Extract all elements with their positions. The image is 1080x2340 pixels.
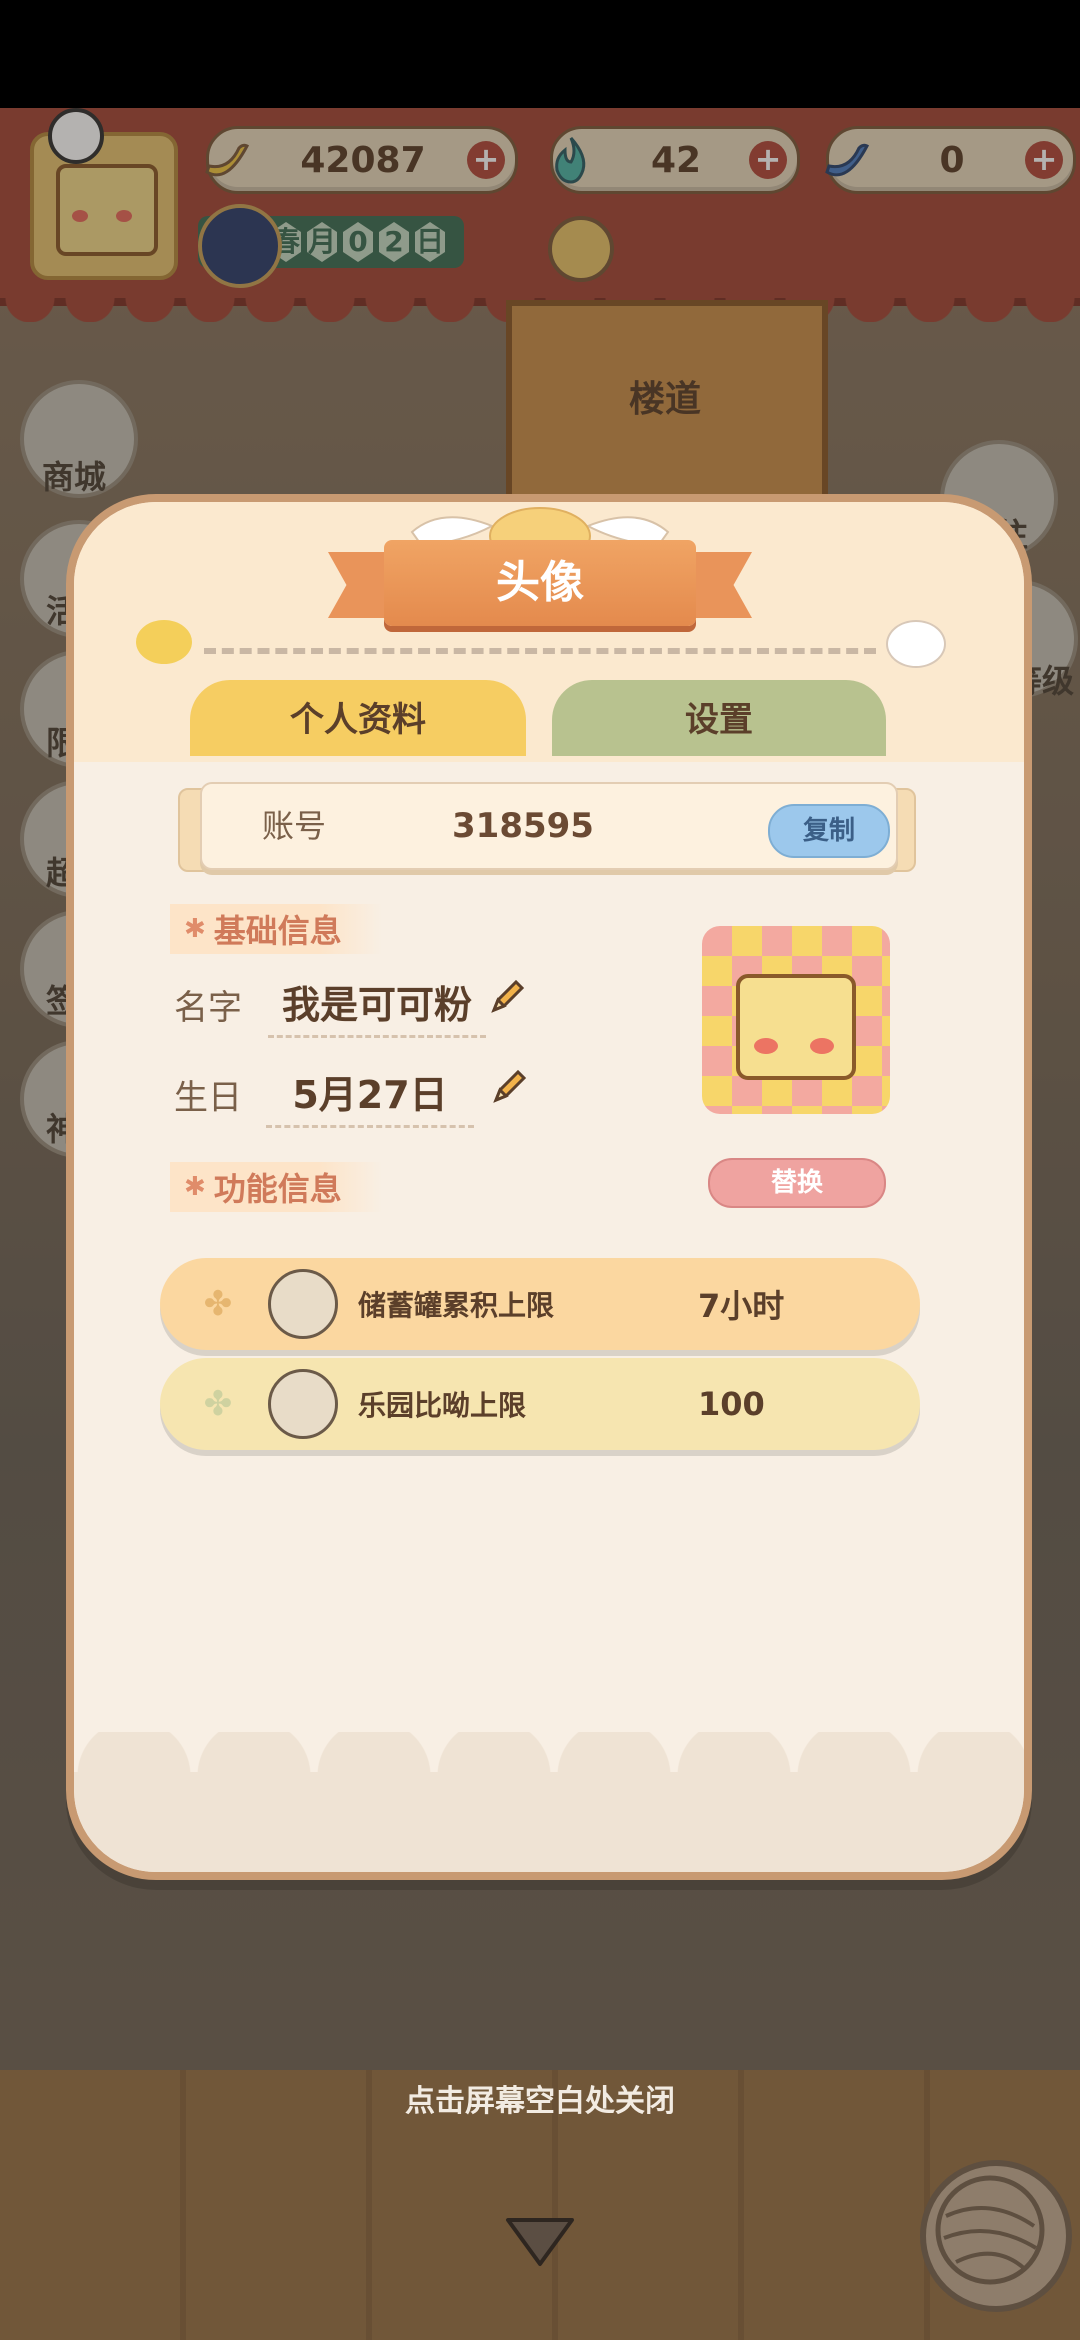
chevron-down-icon[interactable] <box>502 2212 578 2272</box>
account-id: 318595 <box>452 806 594 846</box>
feature-value: 100 <box>698 1385 765 1423</box>
feature-row: ✤ 乐园比呦上限 100 <box>160 1358 920 1450</box>
replace-avatar-button[interactable]: 替换 <box>708 1158 886 1208</box>
clover-icon: ✤ <box>203 1384 233 1424</box>
divider <box>204 648 876 654</box>
basic-info-title: 基础信息 <box>213 912 342 950</box>
close-hint: 点击屏幕空白处关闭 <box>405 2084 675 2119</box>
feature-name: 储蓄罐累积上限 <box>358 1289 555 1322</box>
cat-face-icon <box>736 974 856 1080</box>
feature-name: 乐园比呦上限 <box>358 1389 527 1422</box>
chick-icon <box>136 620 192 664</box>
tab-profile[interactable]: 个人资料 <box>190 680 526 756</box>
title-ribbon: 头像 <box>328 540 752 626</box>
name-value: 我是可可粉 <box>268 974 487 1038</box>
tab-settings[interactable]: 设置 <box>552 680 886 756</box>
feature-value: 7小时 <box>698 1287 785 1325</box>
function-info-title: 功能信息 <box>213 1170 342 1208</box>
yarn-ball-icon[interactable] <box>920 2160 1072 2312</box>
ghost-icon <box>886 620 946 668</box>
piggy-bank-pet-icon <box>268 1269 338 1339</box>
cat-pet-icon <box>268 1369 338 1439</box>
copy-button[interactable]: 复制 <box>768 804 890 858</box>
profile-portrait[interactable] <box>702 926 890 1114</box>
account-row: 账号 318595 复制 <box>178 782 916 872</box>
birthday-value: 5月27日 <box>266 1064 474 1128</box>
account-label: 账号 <box>262 807 327 845</box>
status-bar <box>0 0 1080 108</box>
function-info-header: ✱ 功能信息 <box>170 1162 382 1212</box>
clover-icon: ✱ <box>184 1172 206 1202</box>
dialog-title: 头像 <box>496 557 584 608</box>
clover-icon: ✤ <box>203 1284 233 1324</box>
name-label: 名字 <box>174 988 242 1028</box>
basic-info-header: ✱ 基础信息 <box>170 904 382 954</box>
clover-icon: ✱ <box>184 914 206 944</box>
feature-row: ✤ 储蓄罐累积上限 7小时 <box>160 1258 920 1350</box>
birthday-label: 生日 <box>174 1078 242 1118</box>
edit-name-pencil-icon[interactable] <box>488 976 528 1016</box>
edit-birthday-pencil-icon[interactable] <box>490 1066 530 1106</box>
